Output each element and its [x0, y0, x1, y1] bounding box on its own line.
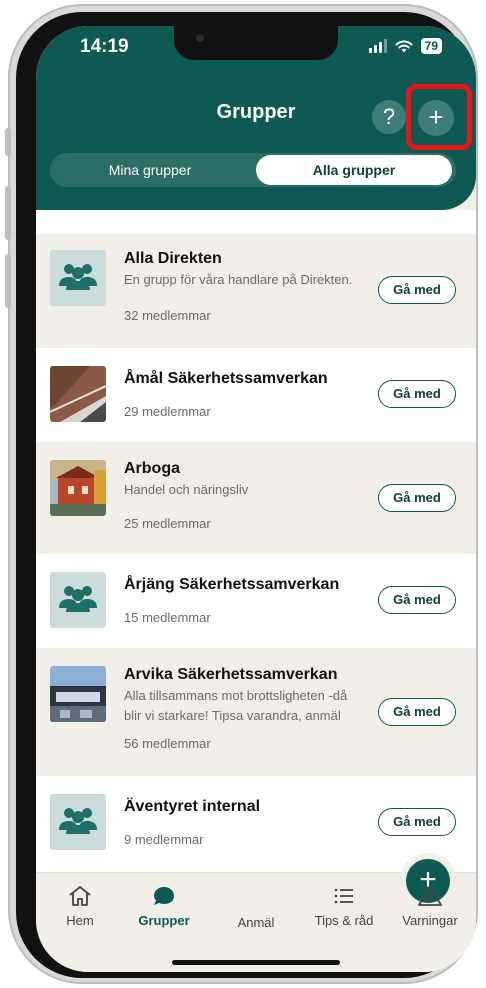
- tab-tips-rad[interactable]: Tips & råd: [300, 873, 388, 928]
- tab-alla-grupper[interactable]: Alla grupper: [256, 155, 452, 185]
- tab-label: Varningar: [402, 913, 458, 928]
- home-indicator: [172, 960, 340, 965]
- tab-label: Tips & råd: [314, 913, 374, 928]
- list-item[interactable]: Äventyret internal 9 medlemmar Gå med: [36, 776, 476, 872]
- tab-label: Hem: [66, 913, 94, 928]
- group-title: Arboga: [124, 460, 180, 477]
- list-item[interactable]: Årjäng Säkerhetssamverkan 15 medlemmar G…: [36, 554, 476, 648]
- people-icon: [50, 572, 106, 628]
- people-icon: [50, 794, 106, 850]
- group-members: 9 medlemmar: [124, 832, 204, 847]
- group-title: Åmål Säkerhetssamverkan: [124, 370, 328, 387]
- group-description: En grupp för våra handlare på Direkten.: [124, 272, 353, 287]
- header: 14:19 79 Grupper ? + Mina grupper Alla g…: [36, 26, 476, 210]
- group-title: Årjäng Säkerhetssamverkan: [124, 576, 340, 593]
- home-icon: [69, 886, 91, 906]
- tab-bar: Hem Grupper + Anmäl Tips & råd Varningar: [36, 859, 476, 972]
- join-button[interactable]: Gå med: [378, 586, 456, 614]
- join-button[interactable]: Gå med: [378, 276, 456, 304]
- group-title: Alla Direkten: [124, 250, 222, 267]
- group-description: Alla tillsammans mot brottsligheten -då …: [124, 688, 348, 723]
- group-members: 25 medlemmar: [124, 516, 211, 531]
- notch: [174, 26, 338, 60]
- camera: [196, 34, 204, 42]
- group-filter-toggle: Mina grupper Alla grupper: [50, 153, 456, 187]
- group-photo: [50, 366, 106, 422]
- join-button[interactable]: Gå med: [378, 808, 456, 836]
- group-title: Arvika Säkerhetssamverkan: [124, 666, 338, 683]
- wifi-icon: [395, 40, 413, 53]
- mute-switch: [5, 128, 11, 156]
- group-description: Handel och näringsliv: [124, 482, 249, 497]
- tab-hem[interactable]: Hem: [36, 873, 124, 928]
- add-group-button[interactable]: +: [418, 100, 454, 136]
- volume-down-button: [5, 254, 11, 308]
- screen: 14:19 79 Grupper ? + Mina grupper Alla g…: [36, 26, 476, 972]
- list-item[interactable]: Åmål Säkerhetssamverkan 29 medlemmar Gå …: [36, 348, 476, 442]
- volume-up-button: [5, 186, 11, 240]
- list-item[interactable]: Arvika Säkerhetssamverkan Alla tillsamma…: [36, 648, 476, 776]
- list-item[interactable]: Arboga Handel och näringsliv 25 medlemma…: [36, 442, 476, 554]
- help-button[interactable]: ?: [372, 100, 406, 134]
- group-title: Äventyret internal: [124, 798, 261, 815]
- tab-label: Grupper: [138, 913, 190, 928]
- list-spacer: [36, 210, 476, 234]
- signal-icon: [368, 39, 387, 53]
- people-icon: [50, 250, 106, 306]
- join-button[interactable]: Gå med: [378, 484, 456, 512]
- chat-bubble-icon: [154, 887, 174, 905]
- warning-icon: [418, 885, 442, 906]
- group-photo: [50, 666, 106, 722]
- tab-grupper[interactable]: Grupper: [120, 873, 208, 928]
- tab-label: Anmäl: [237, 915, 275, 930]
- group-members: 29 medlemmar: [124, 404, 211, 419]
- battery-icon: 79: [420, 38, 442, 54]
- join-button[interactable]: Gå med: [378, 380, 456, 408]
- list-item[interactable]: Alla Direkten En grupp för våra handlare…: [36, 234, 476, 348]
- group-members: 32 medlemmar: [124, 308, 211, 323]
- tab-varningar[interactable]: Varningar: [386, 873, 474, 928]
- list-icon: [334, 888, 353, 904]
- status-icons: 79: [368, 38, 442, 54]
- tab-anmal[interactable]: + Anmäl: [212, 859, 450, 930]
- join-button[interactable]: Gå med: [378, 698, 456, 726]
- status-time: 14:19: [80, 36, 129, 57]
- tab-mina-grupper[interactable]: Mina grupper: [50, 153, 250, 187]
- group-members: 15 medlemmar: [124, 610, 211, 625]
- group-photo: [50, 460, 106, 516]
- group-members: 56 medlemmar: [124, 736, 211, 751]
- group-list: Alla Direkten En grupp för våra handlare…: [36, 210, 476, 872]
